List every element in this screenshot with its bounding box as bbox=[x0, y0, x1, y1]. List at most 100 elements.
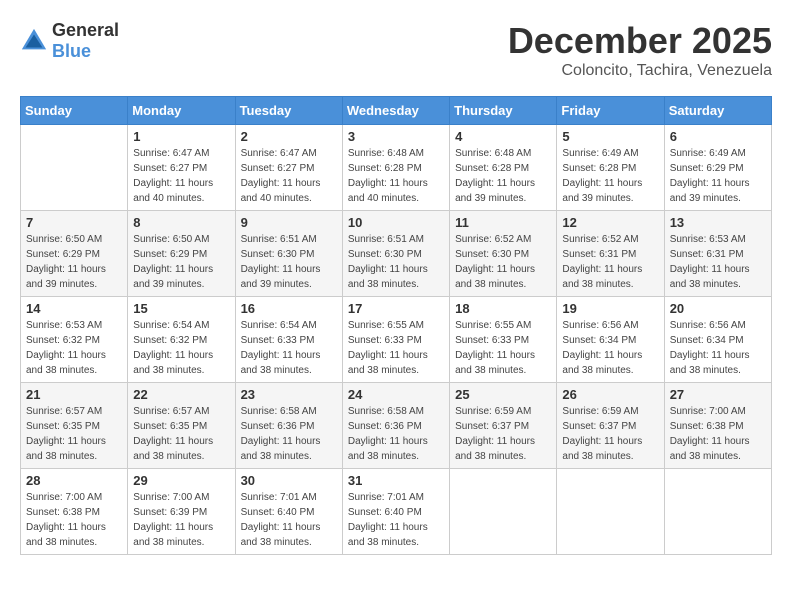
sunrise-text: Sunrise: 6:54 AM bbox=[241, 320, 317, 331]
calendar-cell: 18 Sunrise: 6:55 AM Sunset: 6:33 PM Dayl… bbox=[450, 297, 557, 383]
sunrise-text: Sunrise: 6:51 AM bbox=[241, 234, 317, 245]
day-number: 22 bbox=[133, 387, 229, 402]
sunset-text: Sunset: 6:31 PM bbox=[562, 249, 636, 260]
sunrise-text: Sunrise: 6:59 AM bbox=[562, 406, 638, 417]
day-number: 4 bbox=[455, 129, 551, 144]
day-info: Sunrise: 6:50 AM Sunset: 6:29 PM Dayligh… bbox=[26, 232, 122, 292]
day-info: Sunrise: 6:53 AM Sunset: 6:31 PM Dayligh… bbox=[670, 232, 766, 292]
calendar-week-row: 14 Sunrise: 6:53 AM Sunset: 6:32 PM Dayl… bbox=[21, 297, 772, 383]
day-number: 29 bbox=[133, 473, 229, 488]
sunrise-text: Sunrise: 6:48 AM bbox=[455, 148, 531, 159]
calendar-cell: 31 Sunrise: 7:01 AM Sunset: 6:40 PM Dayl… bbox=[342, 469, 449, 555]
sunrise-text: Sunrise: 6:51 AM bbox=[348, 234, 424, 245]
sunrise-text: Sunrise: 6:57 AM bbox=[133, 406, 209, 417]
calendar-cell: 17 Sunrise: 6:55 AM Sunset: 6:33 PM Dayl… bbox=[342, 297, 449, 383]
calendar-week-row: 7 Sunrise: 6:50 AM Sunset: 6:29 PM Dayli… bbox=[21, 211, 772, 297]
sunrise-text: Sunrise: 7:00 AM bbox=[670, 406, 746, 417]
day-info: Sunrise: 6:57 AM Sunset: 6:35 PM Dayligh… bbox=[26, 404, 122, 464]
calendar-cell: 14 Sunrise: 6:53 AM Sunset: 6:32 PM Dayl… bbox=[21, 297, 128, 383]
day-number: 26 bbox=[562, 387, 658, 402]
calendar-cell: 2 Sunrise: 6:47 AM Sunset: 6:27 PM Dayli… bbox=[235, 125, 342, 211]
day-number: 13 bbox=[670, 215, 766, 230]
day-number: 7 bbox=[26, 215, 122, 230]
calendar-week-row: 28 Sunrise: 7:00 AM Sunset: 6:38 PM Dayl… bbox=[21, 469, 772, 555]
sunrise-text: Sunrise: 6:59 AM bbox=[455, 406, 531, 417]
day-info: Sunrise: 7:01 AM Sunset: 6:40 PM Dayligh… bbox=[241, 490, 337, 550]
calendar-cell: 21 Sunrise: 6:57 AM Sunset: 6:35 PM Dayl… bbox=[21, 383, 128, 469]
day-number: 9 bbox=[241, 215, 337, 230]
day-info: Sunrise: 6:47 AM Sunset: 6:27 PM Dayligh… bbox=[241, 146, 337, 206]
daylight-text: Daylight: 11 hours and 38 minutes. bbox=[133, 350, 213, 376]
day-info: Sunrise: 6:55 AM Sunset: 6:33 PM Dayligh… bbox=[348, 318, 444, 378]
logo-general: General bbox=[52, 20, 119, 40]
day-info: Sunrise: 6:52 AM Sunset: 6:31 PM Dayligh… bbox=[562, 232, 658, 292]
daylight-text: Daylight: 11 hours and 39 minutes. bbox=[241, 264, 321, 290]
calendar-cell: 8 Sunrise: 6:50 AM Sunset: 6:29 PM Dayli… bbox=[128, 211, 235, 297]
day-number: 28 bbox=[26, 473, 122, 488]
sunrise-text: Sunrise: 7:00 AM bbox=[26, 492, 102, 503]
sunrise-text: Sunrise: 6:57 AM bbox=[26, 406, 102, 417]
day-number: 27 bbox=[670, 387, 766, 402]
daylight-text: Daylight: 11 hours and 40 minutes. bbox=[348, 178, 428, 204]
calendar-week-row: 21 Sunrise: 6:57 AM Sunset: 6:35 PM Dayl… bbox=[21, 383, 772, 469]
calendar-cell: 22 Sunrise: 6:57 AM Sunset: 6:35 PM Dayl… bbox=[128, 383, 235, 469]
day-number: 31 bbox=[348, 473, 444, 488]
sunset-text: Sunset: 6:27 PM bbox=[133, 163, 207, 174]
day-number: 10 bbox=[348, 215, 444, 230]
sunrise-text: Sunrise: 6:58 AM bbox=[348, 406, 424, 417]
sunset-text: Sunset: 6:30 PM bbox=[241, 249, 315, 260]
sunset-text: Sunset: 6:34 PM bbox=[670, 335, 744, 346]
day-number: 14 bbox=[26, 301, 122, 316]
calendar-cell: 6 Sunrise: 6:49 AM Sunset: 6:29 PM Dayli… bbox=[664, 125, 771, 211]
sunset-text: Sunset: 6:35 PM bbox=[26, 421, 100, 432]
sunrise-text: Sunrise: 6:54 AM bbox=[133, 320, 209, 331]
day-info: Sunrise: 7:00 AM Sunset: 6:38 PM Dayligh… bbox=[670, 404, 766, 464]
calendar-cell: 12 Sunrise: 6:52 AM Sunset: 6:31 PM Dayl… bbox=[557, 211, 664, 297]
calendar-table: SundayMondayTuesdayWednesdayThursdayFrid… bbox=[20, 96, 772, 555]
daylight-text: Daylight: 11 hours and 40 minutes. bbox=[133, 178, 213, 204]
day-number: 5 bbox=[562, 129, 658, 144]
daylight-text: Daylight: 11 hours and 38 minutes. bbox=[455, 350, 535, 376]
daylight-text: Daylight: 11 hours and 38 minutes. bbox=[348, 264, 428, 290]
day-info: Sunrise: 6:49 AM Sunset: 6:29 PM Dayligh… bbox=[670, 146, 766, 206]
daylight-text: Daylight: 11 hours and 40 minutes. bbox=[241, 178, 321, 204]
daylight-text: Daylight: 11 hours and 38 minutes. bbox=[455, 264, 535, 290]
sunrise-text: Sunrise: 6:56 AM bbox=[670, 320, 746, 331]
sunset-text: Sunset: 6:28 PM bbox=[562, 163, 636, 174]
daylight-text: Daylight: 11 hours and 38 minutes. bbox=[562, 350, 642, 376]
sunset-text: Sunset: 6:27 PM bbox=[241, 163, 315, 174]
daylight-text: Daylight: 11 hours and 38 minutes. bbox=[26, 350, 106, 376]
sunset-text: Sunset: 6:30 PM bbox=[348, 249, 422, 260]
sunset-text: Sunset: 6:32 PM bbox=[133, 335, 207, 346]
calendar-cell: 19 Sunrise: 6:56 AM Sunset: 6:34 PM Dayl… bbox=[557, 297, 664, 383]
daylight-text: Daylight: 11 hours and 38 minutes. bbox=[26, 436, 106, 462]
day-info: Sunrise: 6:58 AM Sunset: 6:36 PM Dayligh… bbox=[241, 404, 337, 464]
daylight-text: Daylight: 11 hours and 39 minutes. bbox=[562, 178, 642, 204]
calendar-cell: 26 Sunrise: 6:59 AM Sunset: 6:37 PM Dayl… bbox=[557, 383, 664, 469]
weekday-header: Sunday bbox=[21, 97, 128, 125]
day-number: 12 bbox=[562, 215, 658, 230]
daylight-text: Daylight: 11 hours and 39 minutes. bbox=[670, 178, 750, 204]
day-info: Sunrise: 6:48 AM Sunset: 6:28 PM Dayligh… bbox=[348, 146, 444, 206]
daylight-text: Daylight: 11 hours and 38 minutes. bbox=[26, 522, 106, 548]
day-info: Sunrise: 6:55 AM Sunset: 6:33 PM Dayligh… bbox=[455, 318, 551, 378]
day-number: 19 bbox=[562, 301, 658, 316]
sunset-text: Sunset: 6:30 PM bbox=[455, 249, 529, 260]
sunset-text: Sunset: 6:37 PM bbox=[455, 421, 529, 432]
weekday-header: Wednesday bbox=[342, 97, 449, 125]
weekday-header: Monday bbox=[128, 97, 235, 125]
calendar-cell: 11 Sunrise: 6:52 AM Sunset: 6:30 PM Dayl… bbox=[450, 211, 557, 297]
day-number: 16 bbox=[241, 301, 337, 316]
location-title: Coloncito, Tachira, Venezuela bbox=[508, 62, 772, 80]
logo-text: General Blue bbox=[52, 20, 119, 62]
daylight-text: Daylight: 11 hours and 38 minutes. bbox=[133, 522, 213, 548]
title-area: December 2025 Coloncito, Tachira, Venezu… bbox=[508, 20, 772, 80]
day-number: 3 bbox=[348, 129, 444, 144]
sunrise-text: Sunrise: 6:52 AM bbox=[562, 234, 638, 245]
sunrise-text: Sunrise: 6:50 AM bbox=[133, 234, 209, 245]
daylight-text: Daylight: 11 hours and 38 minutes. bbox=[133, 436, 213, 462]
day-info: Sunrise: 6:59 AM Sunset: 6:37 PM Dayligh… bbox=[562, 404, 658, 464]
day-number: 8 bbox=[133, 215, 229, 230]
sunrise-text: Sunrise: 6:50 AM bbox=[26, 234, 102, 245]
calendar-cell: 4 Sunrise: 6:48 AM Sunset: 6:28 PM Dayli… bbox=[450, 125, 557, 211]
